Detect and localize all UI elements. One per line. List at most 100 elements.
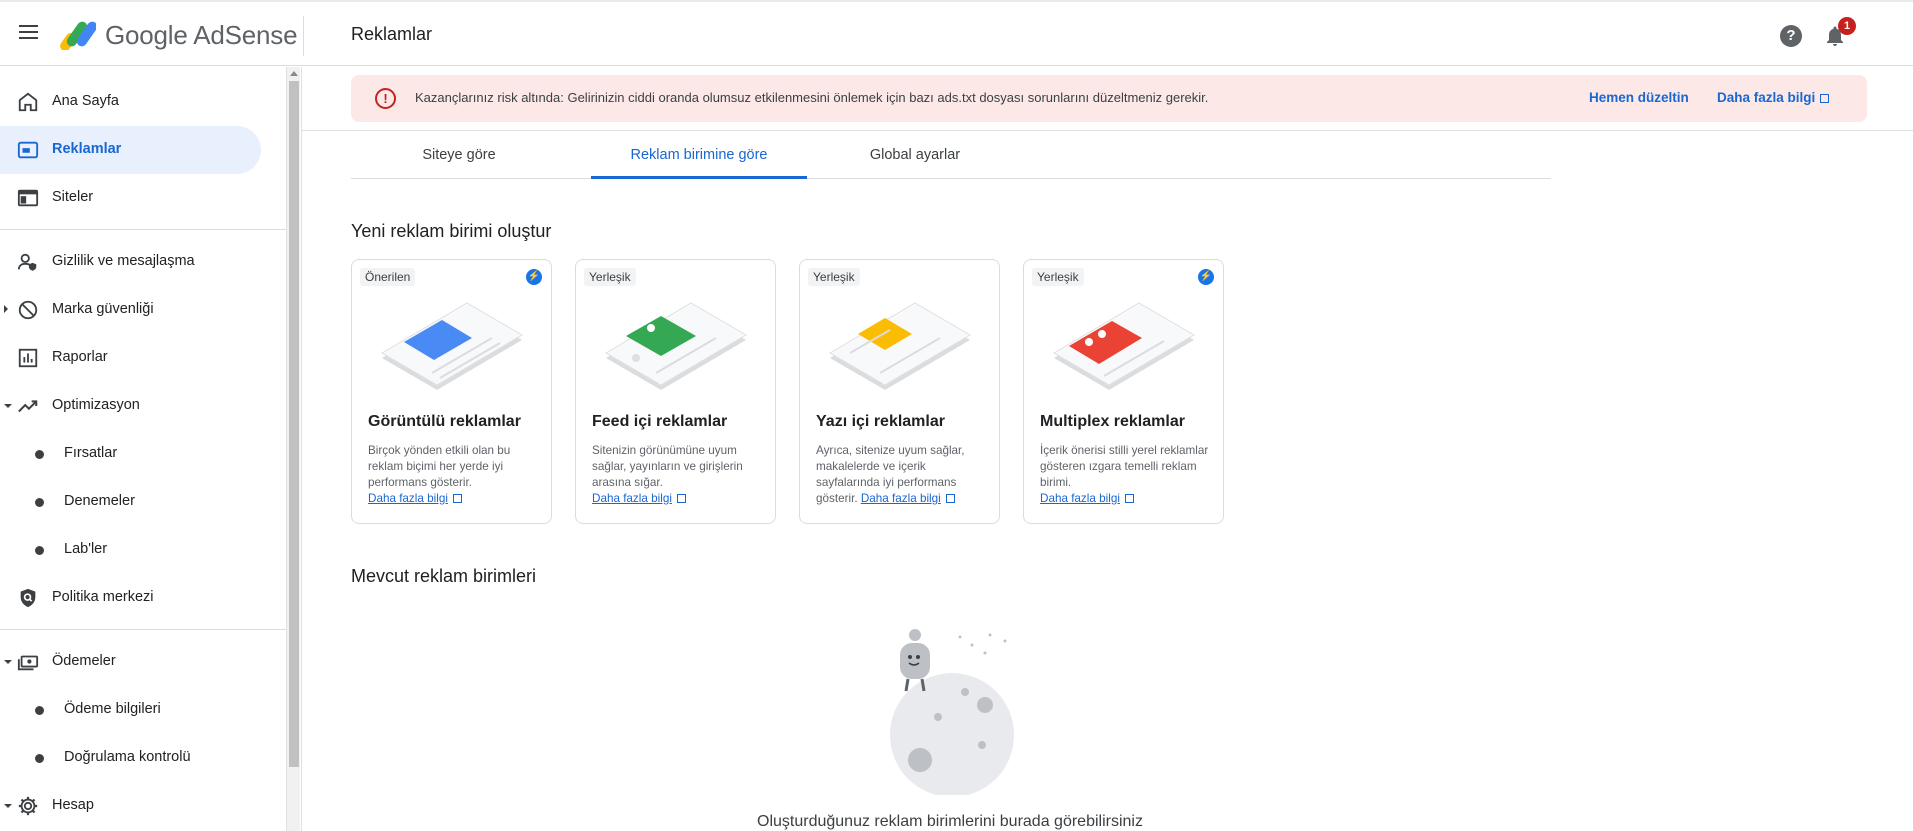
menu-icon[interactable] xyxy=(14,22,44,48)
sidebar-item-label: Doğrulama kontrolü xyxy=(64,749,191,765)
sidebar-item-policy-center[interactable]: Politika merkezi xyxy=(0,574,261,622)
multiplex-ads-illustration xyxy=(1053,302,1195,390)
reports-icon xyxy=(18,348,38,368)
sites-icon xyxy=(17,189,39,207)
in-article-ads-card[interactable]: Yerleşik Yazı içi reklamlar Ayrıca, site… xyxy=(799,259,1000,524)
card-badge: Yerleşik xyxy=(808,268,860,286)
learn-more-link[interactable]: Daha fazla bilgi xyxy=(592,492,672,505)
sidebar-item-payment-info[interactable]: Ödeme bilgileri xyxy=(0,686,261,734)
adsense-logo xyxy=(60,21,96,50)
sidebar-item-sites[interactable]: Siteler xyxy=(0,174,261,222)
error-icon: ! xyxy=(375,88,396,109)
tab-by-ad-unit[interactable]: Reklam birimine göre xyxy=(591,135,807,179)
sidebar-item-optimization[interactable]: Optimizasyon xyxy=(0,382,261,430)
tab-by-site[interactable]: Siteye göre xyxy=(351,135,567,179)
payments-icon xyxy=(17,655,39,671)
sidebar-item-labs[interactable]: Lab'ler xyxy=(0,526,261,574)
sidebar-item-label: Siteler xyxy=(52,189,94,205)
content-border xyxy=(301,67,302,831)
top-header: Google AdSense Reklamlar ? 1 xyxy=(0,0,1913,66)
help-icon[interactable]: ? xyxy=(1780,25,1802,47)
collapse-caret-icon[interactable] xyxy=(4,804,12,808)
card-description: Sitenizin görünümüne uyum sağlar, yayınl… xyxy=(592,443,764,507)
card-title: Yazı içi reklamlar xyxy=(816,413,945,430)
block-icon xyxy=(18,300,38,320)
external-link-icon xyxy=(452,494,462,503)
alert-message: Kazançlarınız risk altında: Gelirinizin … xyxy=(415,90,1209,105)
trending-icon xyxy=(18,400,38,413)
bullet-icon xyxy=(35,546,44,555)
card-badge: Yerleşik xyxy=(1032,268,1084,286)
card-desc-text: Sitenizin görünümüne uyum sağlar, yayınl… xyxy=(592,444,743,489)
scroll-up-arrow-icon[interactable] xyxy=(290,71,298,76)
card-desc-text: İçerik önerisi stilli yerel reklamlar gö… xyxy=(1040,444,1209,489)
sidebar-item-label: Raporlar xyxy=(52,349,108,365)
existing-ad-units-heading: Mevcut reklam birimleri xyxy=(351,566,537,586)
ads-txt-alert-banner: ! Kazançlarınız risk altında: Gelirinizi… xyxy=(351,75,1867,122)
tab-bar: Siteye göre Reklam birimine göre Global … xyxy=(351,135,1551,179)
sidebar-item-label: Marka güvenliği xyxy=(52,301,154,317)
card-title: Görüntülü reklamlar xyxy=(368,413,521,430)
page-title: Reklamlar xyxy=(351,24,433,44)
external-link-icon xyxy=(676,494,686,503)
card-description: İçerik önerisi stilli yerel reklamlar gö… xyxy=(1040,443,1212,507)
sidebar-divider xyxy=(0,229,286,230)
bullet-icon xyxy=(35,498,44,507)
scroll-thumb[interactable] xyxy=(289,81,299,767)
external-link-icon xyxy=(1820,94,1830,103)
expand-caret-icon[interactable] xyxy=(4,305,8,313)
sidebar-item-label: Ödeme bilgileri xyxy=(64,701,161,717)
sidebar-item-label: Politika merkezi xyxy=(52,589,154,605)
sidebar-item-label: Lab'ler xyxy=(64,541,108,557)
learn-more-link[interactable]: Daha fazla bilgi xyxy=(1717,90,1830,105)
in-article-ads-illustration xyxy=(829,302,971,390)
sidebar-item-opportunities[interactable]: Fırsatlar xyxy=(0,430,261,478)
display-ads-illustration xyxy=(381,302,523,390)
external-link-icon xyxy=(945,494,955,503)
sidebar-item-privacy[interactable]: Gizlilik ve mesajlaşma xyxy=(0,238,261,286)
sidebar-item-payments[interactable]: Ödemeler xyxy=(0,638,261,686)
card-badge: Önerilen xyxy=(360,268,416,286)
sidebar-item-verification[interactable]: Doğrulama kontrolü xyxy=(0,734,261,782)
card-title: Multiplex reklamlar xyxy=(1040,413,1185,430)
sidebar-item-label: Reklamlar xyxy=(52,141,122,157)
card-title: Feed içi reklamlar xyxy=(592,413,728,430)
sidebar-item-reports[interactable]: Raporlar xyxy=(0,334,261,382)
bolt-icon: ⚡ xyxy=(526,269,542,285)
bolt-icon: ⚡ xyxy=(1198,269,1214,285)
in-feed-ads-card[interactable]: Yerleşik Feed içi reklamlar Sitenizin gö… xyxy=(575,259,776,524)
empty-state-moon-illustration xyxy=(890,629,1014,795)
sidebar-item-account[interactable]: Hesap xyxy=(0,782,261,830)
card-description: Ayrıca, sitenize uyum sağlar, makalelerd… xyxy=(816,443,988,507)
notification-count-badge: 1 xyxy=(1838,17,1856,35)
brand-name: Google AdSense xyxy=(105,20,298,50)
learn-more-label: Daha fazla bilgi xyxy=(1717,90,1816,105)
collapse-caret-icon[interactable] xyxy=(4,404,12,408)
sidebar-item-label: Gizlilik ve mesajlaşma xyxy=(52,253,195,269)
learn-more-link[interactable]: Daha fazla bilgi xyxy=(368,492,448,505)
fix-now-link[interactable]: Hemen düzeltin xyxy=(1589,90,1689,105)
privacy-icon xyxy=(17,253,37,271)
new-ad-unit-heading: Yeni reklam birimi oluştur xyxy=(351,221,552,241)
multiplex-ads-card[interactable]: Yerleşik ⚡ Multiplex reklamlar İçerik ön… xyxy=(1023,259,1224,524)
sidebar-scrollbar[interactable] xyxy=(286,67,300,831)
policy-icon xyxy=(20,588,36,608)
sidebar-item-label: Optimizasyon xyxy=(52,397,140,413)
external-link-icon xyxy=(1124,494,1134,503)
card-description: Birçok yönden etkili olan bu reklam biçi… xyxy=(368,443,540,507)
sidebar-item-label: Ana Sayfa xyxy=(52,93,119,109)
tab-global-settings[interactable]: Global ayarlar xyxy=(807,135,1023,179)
display-ads-card[interactable]: Önerilen ⚡ Görüntülü reklamlar Birçok yö… xyxy=(351,259,552,524)
learn-more-link[interactable]: Daha fazla bilgi xyxy=(861,492,941,505)
sidebar-item-brand-safety[interactable]: Marka güvenliği xyxy=(0,286,261,334)
bullet-icon xyxy=(35,450,44,459)
sidebar-item-home[interactable]: Ana Sayfa xyxy=(0,78,261,126)
learn-more-link[interactable]: Daha fazla bilgi xyxy=(1040,492,1120,505)
collapse-caret-icon[interactable] xyxy=(4,660,12,664)
sidebar-item-label: Ödemeler xyxy=(52,653,116,669)
sidebar-item-label: Hesap xyxy=(52,797,94,813)
sidebar-item-experiments[interactable]: Denemeler xyxy=(0,478,261,526)
ads-icon xyxy=(17,141,39,159)
sidebar-item-ads[interactable]: Reklamlar xyxy=(0,126,261,174)
sidebar-divider xyxy=(0,629,286,630)
